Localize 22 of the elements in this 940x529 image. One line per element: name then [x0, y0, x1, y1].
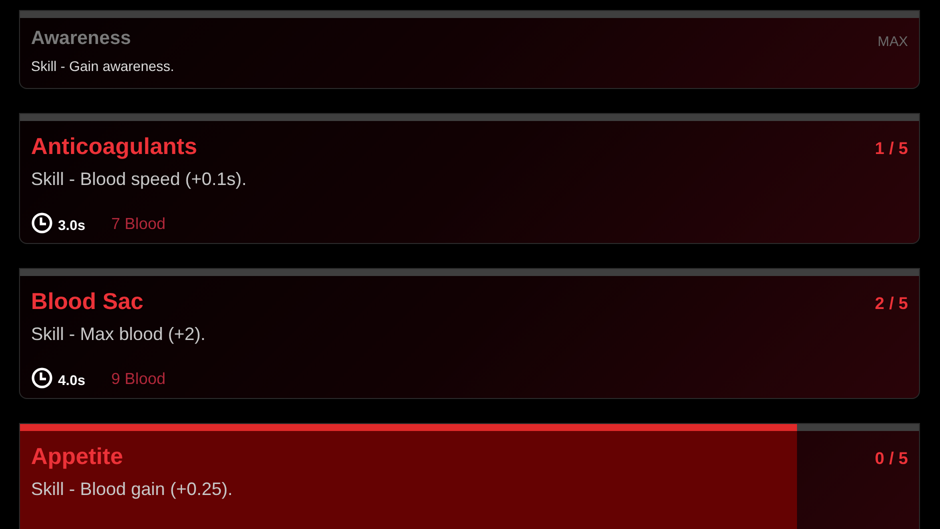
- skill-description: Skill - Gain awareness.: [31, 57, 176, 76]
- time-value: 3.0s: [58, 216, 86, 235]
- clock-icon: [31, 212, 53, 234]
- skill-rank: MAX: [878, 32, 908, 51]
- time-value: 4.0s: [58, 371, 86, 390]
- skill-card[interactable]: Anticoagulants 1 / 5 Skill - Blood speed (+0.1s). 3.0s 7 Blood: [19, 113, 920, 244]
- skill-description: Skill - Blood gain (+0.25).: [31, 478, 234, 501]
- skill-rank: 0 / 5: [874, 448, 908, 470]
- skill-card[interactable]: Blood Sac 2 / 5 Skill - Max blood (+2). 4.0s 9 Blood: [19, 268, 920, 399]
- blood-cost: 7 Blood: [111, 214, 166, 234]
- skill-title: Blood Sac: [31, 287, 144, 316]
- clock-icon: [31, 366, 53, 388]
- skill-title: Appetite: [31, 442, 123, 471]
- skill-rank: 2 / 5: [874, 293, 908, 315]
- skill-card[interactable]: Appetite 0 / 5 Skill - Blood gain (+0.25).: [19, 423, 920, 529]
- skill-description: Skill - Max blood (+2).: [31, 322, 207, 346]
- blood-cost: 9 Blood: [111, 370, 166, 390]
- skill-rank: 1 / 5: [874, 138, 908, 160]
- skill-card[interactable]: Awareness MAX Skill - Gain awareness.: [19, 10, 920, 89]
- skill-description: Skill - Blood speed (+0.1s).: [31, 168, 248, 191]
- skill-title: Awareness: [31, 27, 131, 51]
- skill-title: Anticoagulants: [31, 132, 198, 161]
